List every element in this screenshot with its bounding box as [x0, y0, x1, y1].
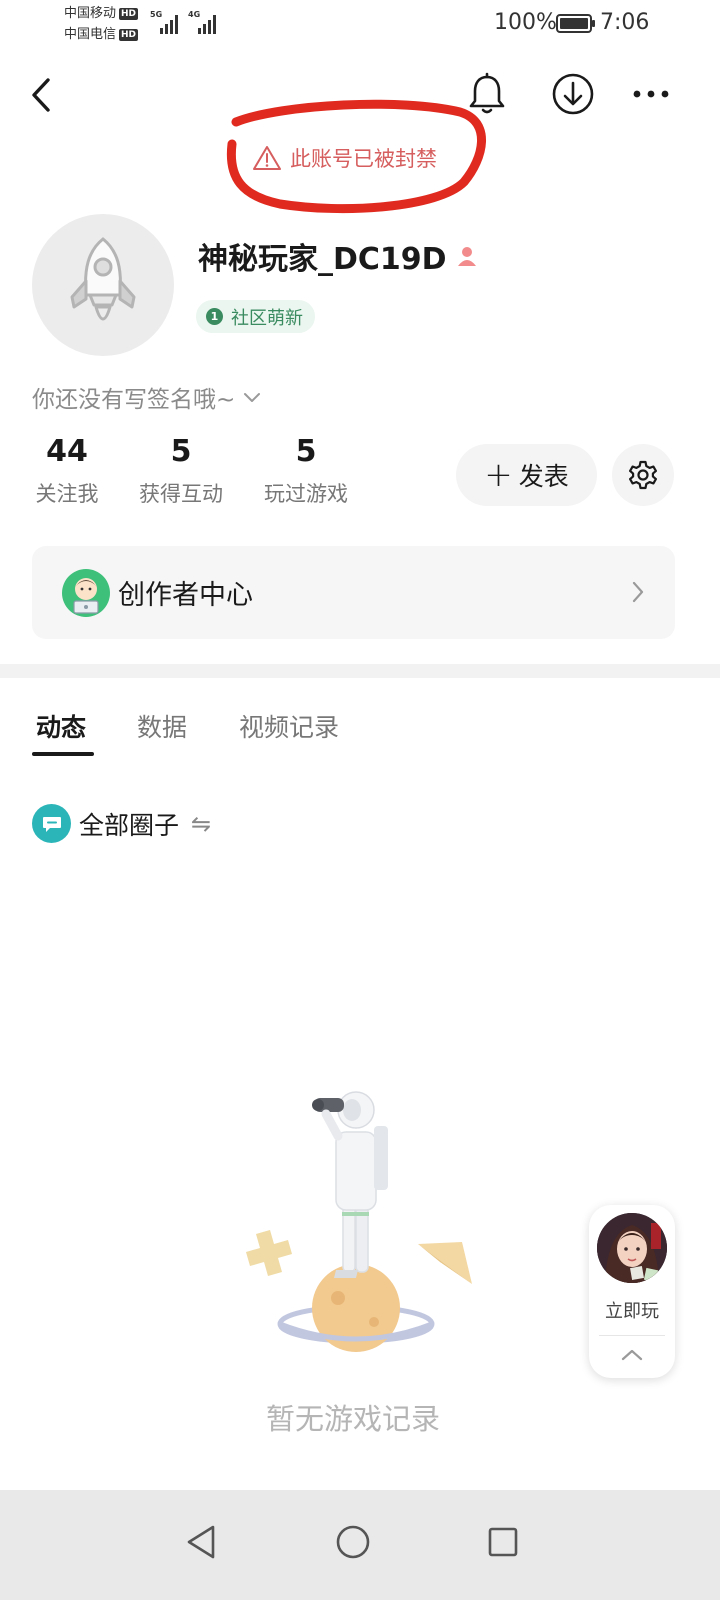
level-number: 1 [206, 308, 223, 325]
download-icon [552, 73, 594, 115]
stat-interactions[interactable]: 5 获得互动 [134, 432, 228, 508]
more-button[interactable] [627, 70, 675, 118]
nav-back-button[interactable] [172, 1512, 232, 1572]
circle-filter-label: 全部圈子 [79, 810, 180, 840]
hd-badge: HD [119, 28, 139, 41]
bell-icon [469, 72, 505, 114]
battery-icon [556, 14, 595, 33]
tab-video-records[interactable]: 视频记录 [239, 708, 339, 744]
level-label: 社区萌新 [231, 307, 303, 329]
chat-bubble-icon [32, 804, 71, 843]
gear-icon [629, 460, 657, 490]
tab-data[interactable]: 数据 [137, 708, 187, 744]
stat-value: 5 [170, 434, 192, 469]
more-icon [633, 90, 669, 98]
person-badge-icon [457, 247, 476, 266]
chevron-down-icon [244, 393, 261, 402]
tab-feed[interactable]: 动态 [36, 708, 86, 744]
creator-avatar-icon [62, 568, 110, 617]
back-button[interactable] [22, 72, 62, 118]
signature[interactable]: 你还没有写签名哦~ [32, 380, 261, 414]
separator [599, 1335, 665, 1336]
post-button-label: 发表 [518, 462, 569, 491]
stat-label: 玩过游戏 [264, 482, 348, 506]
rocket-icon [70, 237, 136, 321]
empty-state-text: 暂无游戏记录 [265, 1402, 440, 1436]
floating-game-card[interactable]: 立即玩 [589, 1205, 675, 1378]
chevron-up-icon[interactable] [620, 1347, 644, 1363]
level-badge[interactable]: 1 社区萌新 [196, 300, 315, 333]
back-arrow-icon [32, 78, 50, 112]
plus-icon: + [484, 455, 513, 495]
warning-icon [253, 146, 281, 170]
stat-label: 获得互动 [139, 482, 223, 506]
swap-icon[interactable]: ⇋ [191, 810, 211, 838]
creator-center-label: 创作者中心 [118, 580, 253, 611]
astronaut-illustration [246, 1091, 472, 1352]
clock: 7:06 [600, 10, 650, 35]
avatar[interactable] [32, 214, 174, 356]
active-tab-indicator [32, 752, 94, 756]
circle-filter[interactable]: 全部圈子 ⇋ [32, 804, 211, 843]
nav-home-button[interactable] [323, 1512, 383, 1572]
stat-games-played[interactable]: 5 玩过游戏 [259, 432, 353, 508]
battery-percent: 100% [494, 10, 557, 35]
circle-home-icon [336, 1525, 370, 1559]
triangle-back-icon [187, 1525, 215, 1559]
download-button[interactable] [549, 70, 597, 118]
carrier-1: 中国移动 HD [64, 6, 139, 21]
ban-notice-text: 此账号已被封禁 [290, 147, 437, 171]
section-divider [0, 664, 720, 678]
chevron-right-icon [632, 581, 644, 603]
stat-value: 5 [295, 434, 317, 469]
play-now-label[interactable]: 立即玩 [589, 1297, 675, 1323]
stat-label: 关注我 [35, 482, 99, 506]
signal-4g-icon: 4G [188, 10, 224, 34]
stat-value: 44 [46, 434, 88, 469]
status-bar: 中国移动 HD 中国电信 HD 5G 4G 100% 7:06 [0, 0, 720, 48]
signal-5g-icon: 5G [150, 10, 184, 34]
username: 神秘玩家_DC19D [198, 234, 477, 278]
system-nav-bar [0, 1490, 720, 1600]
square-recents-icon [488, 1527, 518, 1557]
hd-badge: HD [119, 7, 139, 20]
game-avatar[interactable] [597, 1213, 667, 1283]
notifications-button[interactable] [463, 70, 511, 118]
nav-recents-button[interactable] [473, 1512, 533, 1572]
post-button[interactable]: + 发表 [456, 444, 597, 506]
creator-center-card[interactable]: 创作者中心 [32, 546, 675, 639]
carrier-2: 中国电信 HD [64, 27, 139, 42]
settings-button[interactable] [612, 444, 674, 506]
stat-followers[interactable]: 44 关注我 [32, 432, 102, 508]
ban-notice: 此账号已被封禁 [252, 140, 437, 176]
